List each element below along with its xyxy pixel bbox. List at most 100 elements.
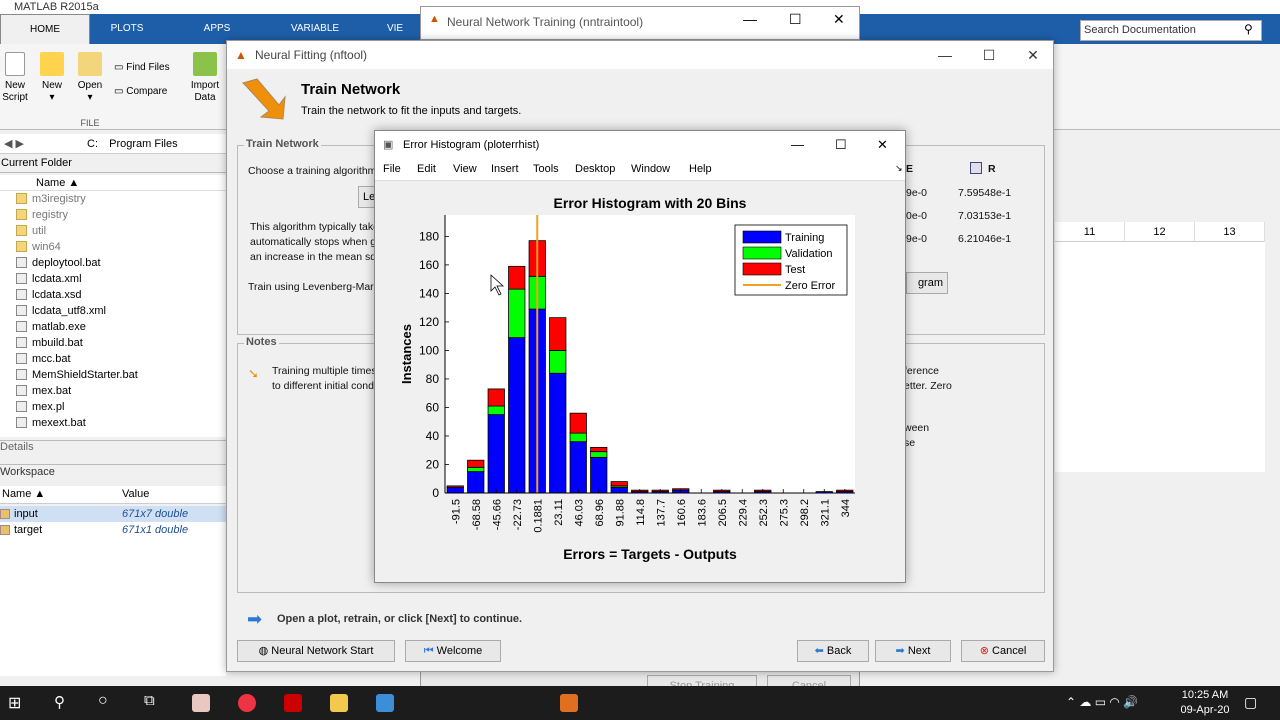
paint-icon[interactable] bbox=[192, 694, 210, 712]
file-row[interactable]: mbuild.bat bbox=[0, 335, 226, 351]
acrobat-icon[interactable] bbox=[284, 694, 302, 712]
bar-test-6 bbox=[569, 412, 587, 434]
grid-col-12[interactable]: 12 bbox=[1125, 222, 1195, 242]
cortana-icon[interactable]: ○ bbox=[98, 692, 108, 710]
tab-plots[interactable]: PLOTS bbox=[82, 14, 172, 44]
file-row[interactable]: mexext.bat bbox=[0, 415, 226, 431]
file-row[interactable]: mex.pl bbox=[0, 399, 226, 415]
file-row[interactable]: m3iregistry bbox=[0, 191, 226, 207]
figure-icon: ▣ bbox=[383, 139, 394, 151]
file-row[interactable]: mcc.bat bbox=[0, 351, 226, 367]
ws-name-header[interactable]: Name ▲ bbox=[2, 488, 45, 500]
details-label[interactable]: Details bbox=[0, 440, 226, 454]
bar-test-5 bbox=[549, 317, 567, 351]
menu-insert[interactable]: Insert bbox=[491, 163, 519, 175]
address-bar[interactable]: ◀ ▶ C: Program Files bbox=[0, 134, 228, 154]
close-icon[interactable]: ✕ bbox=[1013, 41, 1053, 69]
search-icon[interactable]: ⚲ bbox=[54, 693, 65, 711]
plot-error-histogram-button[interactable]: gram bbox=[906, 272, 948, 294]
y-tick-label: 20 bbox=[426, 457, 440, 471]
ws-row-input[interactable]: input 671x7 double bbox=[0, 506, 226, 522]
path-folder[interactable]: Program Files bbox=[109, 138, 177, 150]
new-script-button[interactable]: New Script bbox=[2, 52, 28, 104]
matlab-logo-icon: ▲ bbox=[429, 13, 440, 25]
y-axis-label: Instances bbox=[399, 324, 414, 384]
note-arrow-icon: ➘ bbox=[248, 366, 259, 381]
file-row[interactable]: mex.bat bbox=[0, 383, 226, 399]
grid-col-13[interactable]: 13 bbox=[1195, 222, 1265, 242]
cancel-button[interactable]: ⊗ Cancel bbox=[961, 640, 1045, 662]
file-row[interactable]: util bbox=[0, 223, 226, 239]
dock-arrow-icon[interactable]: ↘ bbox=[895, 163, 903, 174]
back-icon[interactable]: ◀ ▶ bbox=[4, 138, 24, 150]
file-row[interactable]: win64 bbox=[0, 239, 226, 255]
close-icon[interactable]: ✕ bbox=[833, 11, 845, 28]
notification-icon[interactable]: ▢ bbox=[1244, 694, 1257, 711]
ws-value-header[interactable]: Value bbox=[122, 488, 149, 500]
menu-window[interactable]: Window bbox=[631, 163, 670, 175]
taskbar-clock[interactable]: 10:25 AM 09-Apr-20 bbox=[1178, 688, 1232, 718]
bar-test-8 bbox=[610, 481, 628, 487]
maximize-icon[interactable]: ☐ bbox=[835, 131, 847, 159]
name-column-header[interactable]: Name ▲ bbox=[0, 175, 226, 191]
file-name: lcdata.xml bbox=[32, 273, 82, 285]
windows-start-icon[interactable]: ⊞ bbox=[8, 693, 21, 713]
note-1a: Training multiple times will generate di… bbox=[272, 365, 376, 377]
matlab-taskbar-icon[interactable] bbox=[560, 694, 578, 712]
file-row[interactable]: lcdata.xml bbox=[0, 271, 226, 287]
menu-edit[interactable]: Edit bbox=[417, 163, 436, 175]
file-icon bbox=[16, 385, 27, 396]
open-button[interactable]: Open ▾ bbox=[76, 52, 104, 104]
x-tick-label: 137.7 bbox=[655, 499, 667, 527]
error-histogram-window[interactable]: ▣ Error Histogram (ploterrhist) — ☐ ✕ Fi… bbox=[374, 130, 906, 583]
task-view-icon[interactable]: ⧉ bbox=[144, 692, 155, 709]
menu-help[interactable]: Help bbox=[689, 163, 712, 175]
compare-icon: ▭ bbox=[114, 86, 127, 97]
file-row[interactable]: MemShieldStarter.bat bbox=[0, 367, 226, 383]
welcome-button[interactable]: ⏮ Welcome bbox=[405, 640, 501, 662]
menu-file[interactable]: File bbox=[383, 163, 401, 175]
tray-icons[interactable]: ⌃ ☁ ▭ ◠ 🔊 bbox=[1066, 695, 1138, 709]
close-icon[interactable]: ✕ bbox=[877, 131, 888, 159]
file-row[interactable]: lcdata_utf8.xml bbox=[0, 303, 226, 319]
folder-icon bbox=[16, 241, 27, 252]
file-explorer-icon[interactable] bbox=[330, 694, 348, 712]
workspace-header: Name ▲ Value bbox=[0, 486, 226, 504]
file-row[interactable]: deploytool.bat bbox=[0, 255, 226, 271]
maximize-icon[interactable]: ☐ bbox=[969, 41, 1009, 69]
new-button[interactable]: New ▾ bbox=[38, 52, 66, 104]
file-row[interactable]: matlab.exe bbox=[0, 319, 226, 335]
neural-network-start-button[interactable]: ◍ Neural Network Start bbox=[237, 640, 395, 662]
minimize-icon[interactable]: — bbox=[791, 131, 804, 159]
file-name: mex.bat bbox=[32, 385, 72, 397]
maximize-icon[interactable]: ☐ bbox=[789, 11, 802, 28]
folder-icon bbox=[16, 193, 27, 204]
file-name: mbuild.bat bbox=[32, 337, 83, 349]
menu-tools[interactable]: Tools bbox=[533, 163, 559, 175]
ws-row-target[interactable]: target 671x1 double bbox=[0, 522, 226, 538]
minimize-icon[interactable]: — bbox=[743, 11, 757, 27]
chrome-icon[interactable] bbox=[238, 694, 256, 712]
app-icon[interactable] bbox=[376, 694, 394, 712]
file-icon bbox=[16, 369, 27, 380]
variable-grid[interactable]: 11 12 13 bbox=[1055, 222, 1265, 472]
next-button[interactable]: ➡ Next bbox=[875, 640, 951, 662]
import-data-button[interactable]: Import Data bbox=[190, 52, 220, 104]
file-row[interactable]: registry bbox=[0, 207, 226, 223]
y-tick-label: 40 bbox=[426, 429, 440, 443]
menu-desktop[interactable]: Desktop bbox=[575, 163, 615, 175]
minimize-icon[interactable]: — bbox=[925, 41, 965, 69]
bar-test-7 bbox=[590, 446, 608, 453]
mse-value-val: 0e-0 bbox=[906, 210, 928, 222]
nntraintool-window[interactable]: ▲ Neural Network Training (nntraintool) … bbox=[420, 6, 860, 40]
compare-button[interactable]: ▭ Compare bbox=[114, 86, 178, 98]
path-drive[interactable]: C: bbox=[87, 138, 98, 150]
menu-view[interactable]: View bbox=[453, 163, 477, 175]
find-files-button[interactable]: ▭ Find Files bbox=[114, 62, 178, 74]
grid-col-11[interactable]: 11 bbox=[1055, 222, 1125, 242]
regression-icon[interactable] bbox=[970, 162, 982, 174]
tab-home[interactable]: HOME bbox=[0, 14, 90, 44]
back-button[interactable]: ⬅ Back bbox=[797, 640, 869, 662]
file-row[interactable]: lcdata.xsd bbox=[0, 287, 226, 303]
search-documentation-input[interactable]: Search Documentation bbox=[1080, 20, 1262, 41]
